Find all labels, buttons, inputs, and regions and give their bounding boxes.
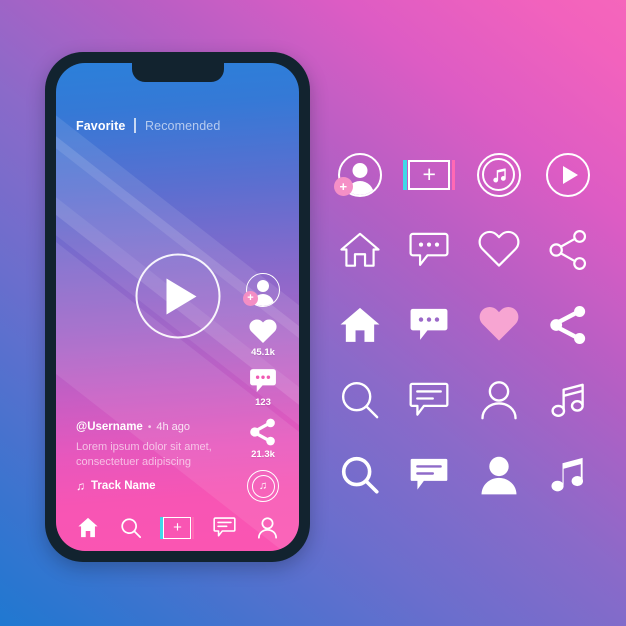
caption-track-name: Track Name bbox=[91, 480, 156, 492]
rail-music-disc[interactable]: ♫ bbox=[247, 470, 279, 502]
comment-lines-outline-icon bbox=[409, 382, 449, 416]
plus-glyph: + bbox=[173, 519, 182, 536]
share-filled-icon bbox=[250, 418, 275, 446]
phone-notch bbox=[131, 63, 224, 82]
icon-cell-search-bold[interactable] bbox=[332, 447, 388, 503]
comment-count: 123 bbox=[255, 397, 271, 408]
icon-cell-home-filled[interactable] bbox=[332, 297, 388, 353]
music-note-filled-icon bbox=[551, 457, 584, 491]
music-note-glyph bbox=[493, 167, 506, 182]
person-filled-icon bbox=[481, 456, 517, 494]
home-filled-icon bbox=[78, 517, 98, 538]
icon-cell-heart-filled-pink[interactable] bbox=[471, 297, 527, 353]
icon-cell-comment-lines-outline[interactable] bbox=[401, 372, 457, 428]
app-ui-kit-canvas: Favorite Recomended + 45.1k 123 21.3k ♫ … bbox=[0, 0, 626, 626]
search-outline-icon bbox=[121, 517, 142, 538]
tab-separator bbox=[134, 118, 137, 133]
person-outline-icon bbox=[481, 380, 517, 419]
icon-cell-comment-dots-outline[interactable] bbox=[401, 222, 457, 278]
person-outline-icon bbox=[258, 516, 278, 539]
music-disc-icon: ♫ bbox=[247, 470, 279, 502]
icon-cell-person-filled[interactable] bbox=[471, 447, 527, 503]
rail-comment-button[interactable]: 123 bbox=[249, 368, 277, 408]
rail-like-button[interactable]: 45.1k bbox=[248, 317, 278, 358]
share-count: 21.3k bbox=[251, 449, 275, 460]
nav-home-button[interactable] bbox=[77, 517, 99, 538]
nav-profile-button[interactable] bbox=[257, 516, 278, 539]
phone-mockup: Favorite Recomended + 45.1k 123 21.3k ♫ … bbox=[45, 52, 310, 562]
home-outline-icon bbox=[340, 232, 380, 267]
phone-bottom-nav: + bbox=[56, 504, 299, 551]
comment-lines-outline-icon bbox=[213, 517, 236, 537]
nav-search-button[interactable] bbox=[120, 517, 142, 539]
icon-cell-person-outline[interactable] bbox=[471, 372, 527, 428]
icon-cell-music-disc[interactable] bbox=[471, 147, 527, 203]
caption-timeago: 4h ago bbox=[156, 420, 190, 433]
nav-messages-button[interactable] bbox=[213, 517, 236, 538]
accent-cyan-edge bbox=[403, 159, 407, 190]
plus-badge: + bbox=[333, 176, 353, 196]
icon-cell-music-note-filled[interactable] bbox=[540, 447, 596, 503]
icon-cell-add-post[interactable]: + bbox=[401, 147, 457, 203]
caption-description: Lorem ipsum dolor sit amet, consectetuer… bbox=[76, 440, 212, 469]
accent-pink-edge bbox=[191, 516, 195, 539]
icon-cell-play[interactable] bbox=[540, 147, 596, 203]
video-play-button[interactable] bbox=[135, 253, 220, 339]
comment-dots-outline-icon bbox=[409, 232, 449, 266]
caption-track-row[interactable]: ♫ Track Name bbox=[76, 479, 246, 493]
icon-cell-search-outline[interactable] bbox=[332, 372, 388, 428]
share-filled-icon bbox=[550, 305, 586, 344]
video-action-rail: + 45.1k 123 21.3k ♫ bbox=[239, 273, 287, 502]
share-outline-icon bbox=[549, 229, 587, 270]
caption-meta-row: @Username • 4h ago bbox=[76, 421, 246, 433]
icon-cell-add-user[interactable]: + bbox=[332, 147, 388, 203]
plus-badge: + bbox=[243, 291, 258, 306]
tab-favorite[interactable]: Favorite bbox=[76, 119, 125, 133]
feed-tabs: Favorite Recomended bbox=[76, 118, 220, 133]
icon-cell-home-outline[interactable] bbox=[332, 222, 388, 278]
home-filled-icon bbox=[340, 307, 380, 342]
music-disc-icon bbox=[476, 152, 521, 197]
plus-glyph: + bbox=[422, 161, 436, 187]
icon-cell-heart-outline[interactable] bbox=[471, 222, 527, 278]
add-post-icon: + bbox=[403, 159, 456, 190]
heart-filled-pink-icon bbox=[479, 306, 519, 341]
nav-add-post-button[interactable]: + bbox=[160, 516, 195, 539]
tab-recomended[interactable]: Recomended bbox=[145, 119, 220, 133]
music-note-icon: ♫ bbox=[76, 479, 85, 493]
icon-cell-comment-lines-filled[interactable] bbox=[401, 447, 457, 503]
comment-dots-filled-icon bbox=[250, 369, 276, 393]
play-circle-icon bbox=[546, 152, 591, 197]
icon-cell-share-outline[interactable] bbox=[540, 222, 596, 278]
music-note-outline-icon bbox=[551, 383, 585, 417]
icon-cell-comment-dots-filled[interactable] bbox=[401, 297, 457, 353]
play-triangle bbox=[562, 165, 578, 184]
icon-cell-music-note-outline[interactable] bbox=[540, 372, 596, 428]
add-user-avatar-icon: + bbox=[333, 152, 382, 197]
heart-filled-icon bbox=[249, 319, 277, 344]
heart-outline-icon bbox=[478, 230, 520, 267]
comment-lines-filled-icon bbox=[410, 458, 448, 490]
accent-pink-edge bbox=[451, 159, 456, 190]
search-outline-icon bbox=[341, 381, 379, 418]
search-bold-icon bbox=[341, 456, 379, 494]
caption-dot: • bbox=[147, 421, 152, 433]
add-post-icon: + bbox=[160, 516, 195, 539]
phone-screen: Favorite Recomended + 45.1k 123 21.3k ♫ … bbox=[56, 63, 299, 551]
like-count: 45.1k bbox=[251, 347, 275, 358]
caption-username[interactable]: @Username bbox=[76, 421, 143, 433]
comment-dots-filled-icon bbox=[410, 308, 448, 340]
video-caption-block: @Username • 4h ago Lorem ipsum dolor sit… bbox=[76, 421, 246, 493]
rail-share-button[interactable]: 21.3k bbox=[249, 418, 277, 460]
icon-cell-share-filled[interactable] bbox=[540, 297, 596, 353]
add-user-avatar-icon: + bbox=[243, 273, 280, 307]
play-icon bbox=[166, 278, 196, 314]
rail-follow-avatar[interactable]: + bbox=[243, 273, 280, 307]
icon-library-grid: + + bbox=[325, 137, 603, 512]
